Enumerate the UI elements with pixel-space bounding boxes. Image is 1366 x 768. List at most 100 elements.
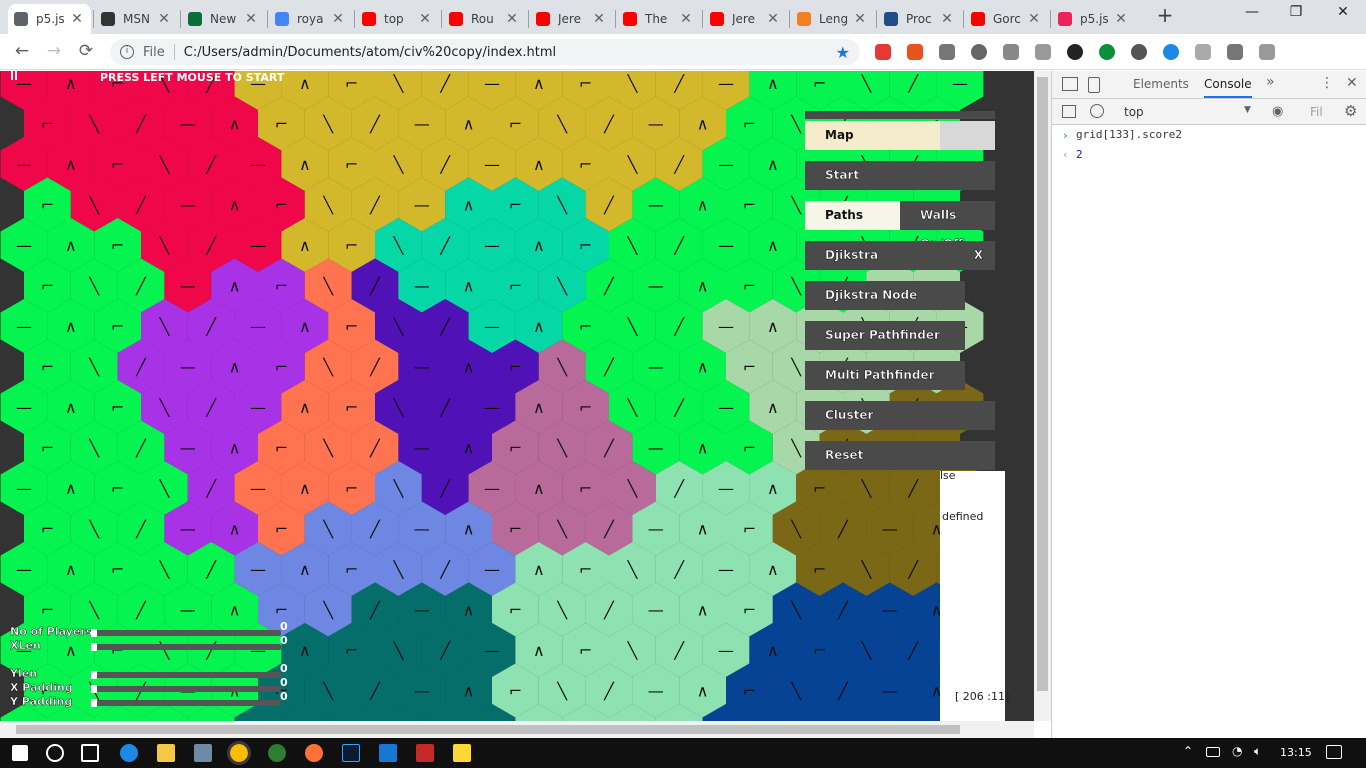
windows-start-icon[interactable] (12, 745, 28, 761)
wifi-icon[interactable]: ◔ (1232, 744, 1242, 758)
browser-tab[interactable]: Rou ✕ (443, 4, 526, 34)
search-icon[interactable] (46, 744, 64, 762)
firefox-icon[interactable] (305, 744, 323, 762)
super-pathfinder-button[interactable]: Super Pathfinder (805, 321, 965, 350)
y-padding-slider[interactable] (91, 699, 281, 707)
tab-close-icon[interactable]: ✕ (939, 11, 955, 27)
extension-icon[interactable] (1163, 44, 1179, 60)
restore-button[interactable]: ❐ (1279, 4, 1313, 26)
browser-tab[interactable]: Jere ✕ (704, 4, 787, 34)
browser-tab[interactable]: New ✕ (182, 4, 265, 34)
tab-close-icon[interactable]: ✕ (852, 11, 868, 27)
reload-button[interactable]: ⟳ (75, 41, 97, 63)
context-selector[interactable]: top (1124, 105, 1144, 119)
map-button-extra[interactable] (940, 121, 995, 150)
minimize-button[interactable]: — (1235, 4, 1269, 26)
close-devtools-icon[interactable]: ✕ (1346, 75, 1358, 91)
battery-icon[interactable] (1206, 747, 1220, 757)
browser-tab[interactable]: roya ✕ (269, 4, 352, 34)
extension-icon[interactable] (1067, 44, 1083, 60)
slider-handle[interactable] (91, 699, 97, 707)
browser-tab[interactable]: Proc ✕ (878, 4, 961, 34)
tab-close-icon[interactable]: ✕ (330, 11, 346, 27)
x-padding-slider[interactable] (91, 685, 281, 693)
browser-tab[interactable]: p5.js ✕ (8, 4, 91, 34)
extension-icon[interactable] (1099, 44, 1115, 60)
browser-tab[interactable]: p5.js ✕ (1052, 4, 1135, 34)
app-icon[interactable] (416, 744, 434, 762)
tab-elements[interactable]: Elements (1133, 77, 1189, 91)
info-icon[interactable]: i (120, 45, 134, 59)
devtools-menu-icon[interactable]: ⋮ (1320, 75, 1334, 91)
browser-tab[interactable]: Leng ✕ (791, 4, 874, 34)
dijkstra-button[interactable]: Djikstra X (805, 241, 995, 270)
tab-console[interactable]: Console (1204, 77, 1252, 98)
app-icon[interactable] (194, 744, 212, 762)
taskbar-clock[interactable]: 13:15 (1280, 746, 1312, 759)
extension-icon[interactable] (907, 44, 923, 60)
new-tab-button[interactable]: + (1153, 3, 1177, 29)
edge-icon[interactable] (120, 744, 138, 762)
tab-close-icon[interactable]: ✕ (1026, 11, 1042, 27)
dijkstra-close-icon[interactable]: X (974, 241, 984, 270)
notifications-icon[interactable] (1326, 745, 1342, 759)
device-toolbar-icon[interactable] (1088, 77, 1100, 93)
adblock-extension-icon[interactable] (875, 44, 891, 60)
console-filter-input[interactable]: Fil (1310, 105, 1323, 119)
gear-icon[interactable]: ⚙ (1344, 102, 1357, 120)
extension-icon[interactable] (939, 44, 955, 60)
xlen-slider[interactable] (91, 643, 281, 651)
sidebar-toggle-icon[interactable] (1062, 105, 1076, 118)
more-tabs-icon[interactable]: » (1266, 74, 1275, 90)
app-icon[interactable] (268, 744, 286, 762)
extension-icon[interactable] (1003, 44, 1019, 60)
file-explorer-icon[interactable] (157, 744, 175, 762)
extension-icon[interactable] (1259, 44, 1275, 60)
map-button[interactable]: Map (805, 121, 940, 150)
notes-icon[interactable] (453, 744, 471, 762)
vertical-scrollbar[interactable] (1034, 71, 1051, 721)
extension-icon[interactable] (1035, 44, 1051, 60)
tab-close-icon[interactable]: ✕ (678, 11, 694, 27)
task-view-icon[interactable] (81, 744, 99, 762)
extension-icon[interactable] (1227, 44, 1243, 60)
tab-close-icon[interactable]: ✕ (1113, 11, 1129, 27)
tab-close-icon[interactable]: ✕ (765, 11, 781, 27)
players-slider[interactable] (91, 629, 281, 637)
tab-close-icon[interactable]: ✕ (504, 11, 520, 27)
chrome-icon[interactable] (227, 741, 251, 765)
reset-button[interactable]: Reset (805, 441, 995, 470)
slider-handle[interactable] (91, 643, 97, 651)
tray-chevron-up-icon[interactable]: ⌃ (1183, 744, 1193, 758)
paths-button[interactable]: Paths (805, 201, 900, 230)
browser-tab[interactable]: Jere ✕ (530, 4, 613, 34)
slider-handle[interactable] (91, 671, 97, 679)
extension-icon[interactable] (971, 44, 987, 60)
slider-handle[interactable] (91, 685, 97, 693)
chevron-down-icon[interactable]: ▼ (1244, 105, 1251, 115)
tab-close-icon[interactable]: ✕ (243, 11, 259, 27)
slider-handle[interactable] (91, 629, 97, 637)
back-button[interactable]: ← (11, 41, 33, 63)
extension-icon[interactable] (1131, 44, 1147, 60)
browser-tab[interactable]: top ✕ (356, 4, 439, 34)
address-bar[interactable]: i File C:/Users/admin/Documents/atom/civ… (110, 39, 860, 65)
tab-close-icon[interactable]: ✕ (417, 11, 433, 27)
tab-close-icon[interactable]: ✕ (69, 11, 85, 27)
app-icon[interactable] (379, 744, 397, 762)
tab-close-icon[interactable]: ✕ (591, 11, 607, 27)
walls-toggle-button[interactable]: Walls On/Off (900, 201, 995, 251)
dijkstra-node-button[interactable]: Djikstra Node (805, 281, 965, 310)
p5-canvas-page[interactable]: — ∧ ⌐ ╲ ╱ — ∧ ⌐ ╲ ╱ — ∧ ⌐ ╲ ╱ — ∧ ⌐ ╲ ╱ — ⌐ ╲ ╱ — ∧ ⌐ ╲ ╱ — ∧ ⌐ ╲ ╱ — ∧ ⌐ ╲ ╱ —… (0, 71, 1034, 721)
tab-close-icon[interactable]: ✕ (156, 11, 172, 27)
bookmark-star-icon[interactable]: ★ (836, 43, 850, 62)
address-url[interactable]: C:/Users/admin/Documents/atom/civ%20copy… (184, 45, 556, 60)
start-button[interactable]: Start (805, 161, 995, 190)
ylen-slider[interactable] (91, 671, 281, 679)
cluster-button[interactable]: Cluster (805, 401, 995, 430)
horizontal-scrollbar[interactable] (0, 721, 1034, 738)
photoshop-icon[interactable] (342, 744, 360, 762)
browser-tab[interactable]: Gorc ✕ (965, 4, 1048, 34)
multi-pathfinder-button[interactable]: Multi Pathfinder (805, 361, 965, 390)
scrollbar-thumb[interactable] (1037, 77, 1048, 691)
